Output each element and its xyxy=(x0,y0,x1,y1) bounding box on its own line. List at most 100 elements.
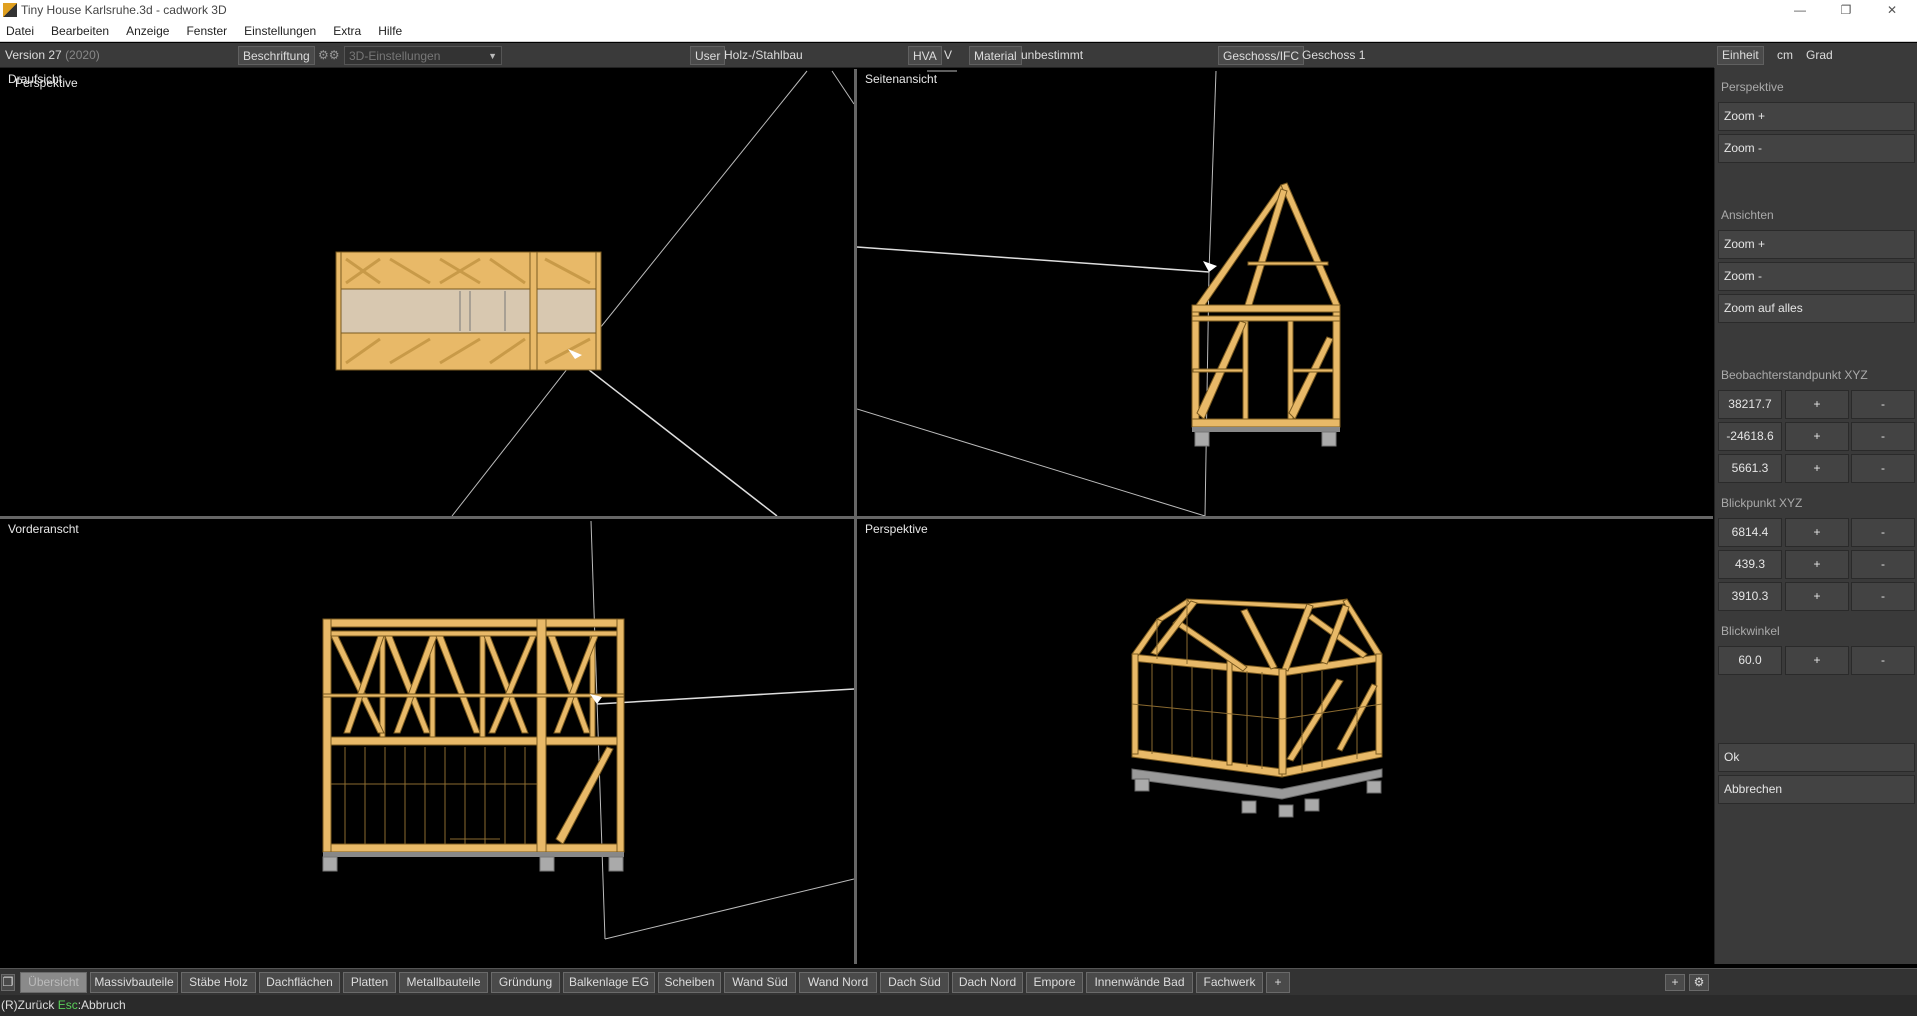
unit-cm[interactable]: cm xyxy=(1777,46,1793,65)
beobachter-y-minus-button[interactable]: - xyxy=(1851,422,1915,451)
layer-tab-bar: ❐ Übersicht Massivbauteile Stäbe Holz Da… xyxy=(0,968,1917,995)
menu-einstellungen[interactable]: Einstellungen xyxy=(244,24,316,38)
blickpunkt-x-minus-button[interactable]: - xyxy=(1851,518,1915,547)
geschoss-button[interactable]: Geschoss/IFC xyxy=(1218,46,1305,65)
section-blickpunkt: Blickpunkt XYZ xyxy=(1721,496,1803,510)
view-settings-panel: Perspektive Zoom + Zoom - Ansichten Zoom… xyxy=(1714,68,1917,964)
tab-balkenlage-eg[interactable]: Balkenlage EG xyxy=(563,972,655,993)
menu-bearbeiten[interactable]: Bearbeiten xyxy=(51,24,109,38)
viewport-seitenansicht[interactable]: Seitenansicht xyxy=(857,69,1713,516)
beobachter-x-minus-button[interactable]: - xyxy=(1851,390,1915,419)
blickpunkt-x-field[interactable]: 6814.4 xyxy=(1718,518,1782,547)
blickpunkt-y-plus-button[interactable]: + xyxy=(1785,550,1849,579)
perspektive-drawing xyxy=(1131,598,1383,818)
add-tab-button[interactable]: + xyxy=(1266,972,1290,993)
beobachter-x-field[interactable]: 38217.7 xyxy=(1718,390,1782,419)
viewport-vorderansicht[interactable]: Vorderanscht xyxy=(0,519,854,964)
viewport-label-vorderansicht: Vorderanscht xyxy=(8,522,79,536)
unit-grad[interactable]: Grad xyxy=(1806,46,1833,65)
section-blickwinkel: Blickwinkel xyxy=(1721,624,1780,638)
zoom-minus-ansichten-button[interactable]: Zoom - xyxy=(1718,262,1915,291)
geschoss-value: Geschoss 1 xyxy=(1302,48,1366,62)
tab-dachflaechen[interactable]: Dachflächen xyxy=(259,972,340,993)
version-year: (2020) xyxy=(65,48,100,62)
viewport-label-seitenansicht: Seitenansicht xyxy=(865,72,938,86)
version-label: Version 27 (2020) xyxy=(5,48,100,62)
unit-bar: Einheit cm Grad xyxy=(1714,43,1917,68)
tab-uebersicht[interactable]: Übersicht xyxy=(20,972,87,993)
beschriftung-button[interactable]: Beschriftung xyxy=(238,46,315,65)
tab-wand-nord[interactable]: Wand Nord xyxy=(799,972,877,993)
blickpunkt-z-field[interactable]: 3910.3 xyxy=(1718,582,1782,611)
seitenansicht-drawing xyxy=(857,70,1341,516)
close-icon[interactable]: ✕ xyxy=(1869,0,1915,20)
tab-wand-sued[interactable]: Wand Süd xyxy=(724,972,796,993)
title-bar: Tiny House Karlsruhe.3d - cadwork 3D — ❐… xyxy=(0,0,1917,20)
tab-dach-nord[interactable]: Dach Nord xyxy=(952,972,1023,993)
user-value: Holz-/Stahlbau xyxy=(724,48,803,62)
cadwork-app-icon xyxy=(3,3,17,17)
tab-dach-sued[interactable]: Dach Süd xyxy=(880,972,949,993)
gear-icon[interactable]: ⚙⚙ xyxy=(318,46,340,65)
status-back: (R)Zurück xyxy=(1,998,55,1012)
window-title: Tiny House Karlsruhe.3d - cadwork 3D xyxy=(21,3,227,17)
viewport-label-perspektive-overlay: Perspektive xyxy=(15,76,78,90)
menu-fenster[interactable]: Fenster xyxy=(186,24,227,38)
section-ansichten: Ansichten xyxy=(1721,208,1774,222)
status-esc-text: :Abbruch xyxy=(77,998,126,1012)
add-layer-button[interactable]: + xyxy=(1665,974,1685,991)
minimize-icon[interactable]: — xyxy=(1777,0,1823,20)
blickpunkt-y-field[interactable]: 439.3 xyxy=(1718,550,1782,579)
user-button[interactable]: User xyxy=(690,46,726,65)
tab-empore[interactable]: Empore xyxy=(1026,972,1083,993)
einheit-button[interactable]: Einheit xyxy=(1717,46,1764,65)
blickwinkel-minus-button[interactable]: - xyxy=(1851,646,1915,675)
beobachter-z-field[interactable]: 5661.3 xyxy=(1718,454,1782,483)
viewport-draufsicht[interactable]: Draufsicht Perspektive xyxy=(0,69,854,516)
tab-fachwerk[interactable]: Fachwerk xyxy=(1196,972,1263,993)
toolbar: Version 27 (2020) Beschriftung ⚙⚙ 3D-Ein… xyxy=(0,43,1917,68)
beobachter-z-plus-button[interactable]: + xyxy=(1785,454,1849,483)
beobachter-x-plus-button[interactable]: + xyxy=(1785,390,1849,419)
tab-massivbauteile[interactable]: Massivbauteile xyxy=(90,972,178,993)
zoom-plus-perspektive-button[interactable]: Zoom + xyxy=(1718,102,1915,131)
beobachter-z-minus-button[interactable]: - xyxy=(1851,454,1915,483)
menu-bar: Datei Bearbeiten Anzeige Fenster Einstel… xyxy=(0,20,1917,42)
zoom-plus-ansichten-button[interactable]: Zoom + xyxy=(1718,230,1915,259)
material-button[interactable]: Material xyxy=(969,46,1022,65)
tab-innenwaende-bad[interactable]: Innenwände Bad xyxy=(1086,972,1193,993)
tab-platten[interactable]: Platten xyxy=(343,972,396,993)
material-value: unbestimmt xyxy=(1021,48,1084,62)
menu-extra[interactable]: Extra xyxy=(333,24,361,38)
status-esc-key: Esc xyxy=(57,998,78,1012)
hva-button[interactable]: HVA xyxy=(908,46,942,65)
blickwinkel-field[interactable]: 60.0 xyxy=(1718,646,1782,675)
blickpunkt-y-minus-button[interactable]: - xyxy=(1851,550,1915,579)
blickpunkt-z-plus-button[interactable]: + xyxy=(1785,582,1849,611)
vorderansicht-drawing xyxy=(322,520,854,940)
menu-datei[interactable]: Datei xyxy=(6,24,34,38)
beobachter-y-field[interactable]: -24618.6 xyxy=(1718,422,1782,451)
menu-anzeige[interactable]: Anzeige xyxy=(126,24,169,38)
abbrechen-button[interactable]: Abbrechen xyxy=(1718,775,1915,804)
menu-hilfe[interactable]: Hilfe xyxy=(378,24,402,38)
hva-value: V xyxy=(944,48,953,62)
tab-staebe-holz[interactable]: Stäbe Holz xyxy=(181,972,256,993)
tab-settings-gear-icon[interactable]: ⚙ xyxy=(1689,974,1709,991)
restore-icon[interactable]: ❐ xyxy=(1823,0,1869,20)
settings-dropdown[interactable]: 3D-Einstellungen ▼ xyxy=(344,46,502,65)
tab-metallbauteile[interactable]: Metallbauteile xyxy=(399,972,488,993)
tab-scheiben[interactable]: Scheiben xyxy=(658,972,721,993)
chevron-down-icon: ▼ xyxy=(488,51,497,61)
beobachter-y-plus-button[interactable]: + xyxy=(1785,422,1849,451)
viewport-perspektive[interactable]: Perspektive xyxy=(857,519,1713,964)
blickwinkel-plus-button[interactable]: + xyxy=(1785,646,1849,675)
tab-gruendung[interactable]: Gründung xyxy=(491,972,560,993)
restore-tabs-icon[interactable]: ❐ xyxy=(1,974,15,991)
zoom-minus-perspektive-button[interactable]: Zoom - xyxy=(1718,134,1915,163)
zoom-all-button[interactable]: Zoom auf alles xyxy=(1718,294,1915,323)
blickpunkt-x-plus-button[interactable]: + xyxy=(1785,518,1849,547)
ok-button[interactable]: Ok xyxy=(1718,743,1915,772)
section-beobachterstandpunkt: Beobachterstandpunkt XYZ xyxy=(1721,368,1868,382)
blickpunkt-z-minus-button[interactable]: - xyxy=(1851,582,1915,611)
